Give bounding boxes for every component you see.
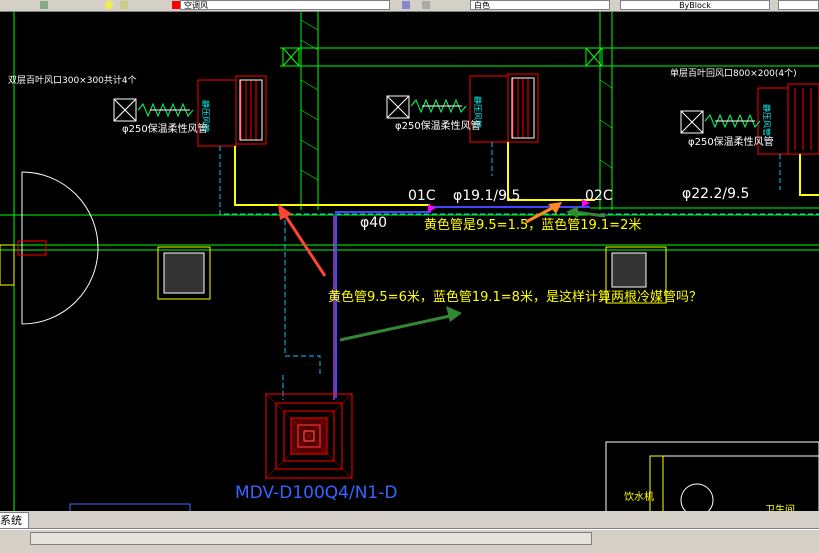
drawing-svg: 静压风管 静压风管 静压风管 φ250保温柔性风管 φ250保温柔性风管 φ25… bbox=[0, 11, 819, 517]
lineweight-dropdown[interactable] bbox=[778, 0, 819, 10]
layer-dropdown[interactable]: 空调风 bbox=[180, 0, 390, 10]
lock-icon[interactable] bbox=[120, 1, 128, 9]
svg-text:φ22.2/9.5: φ22.2/9.5 bbox=[682, 186, 749, 202]
svg-text:φ250保温柔性风管: φ250保温柔性风管 bbox=[122, 122, 208, 135]
layout-tab-strip: 系统 bbox=[0, 511, 819, 529]
color-dropdown[interactable]: 白色 bbox=[470, 0, 610, 10]
layer-previous-icon[interactable] bbox=[422, 1, 430, 9]
wall-block bbox=[0, 244, 15, 286]
svg-text:单层百叶回风口800×200(4个): 单层百叶回风口800×200(4个) bbox=[670, 67, 797, 79]
svg-text:φ250保温柔性风管: φ250保温柔性风管 bbox=[688, 135, 774, 148]
door-arc bbox=[21, 171, 99, 325]
tab-system[interactable]: 系统 bbox=[0, 512, 29, 529]
indoor-unit-model: MDV-D100Q4/N1-D bbox=[235, 483, 397, 503]
svg-text:φ250保温柔性风管: φ250保温柔性风管 bbox=[395, 119, 481, 132]
condensate-lines bbox=[219, 142, 819, 400]
duct-labels: φ250保温柔性风管 φ250保温柔性风管 φ250保温柔性风管 双层百叶风口3… bbox=[8, 67, 797, 148]
freeze-icon[interactable] bbox=[105, 1, 113, 9]
svg-text:卫生间: 卫生间 bbox=[765, 503, 795, 511]
column-1-fill bbox=[163, 252, 205, 294]
legend-box bbox=[69, 503, 191, 513]
linetype-dropdown[interactable]: ByBlock bbox=[620, 0, 770, 10]
svg-text:静压风管: 静压风管 bbox=[762, 104, 772, 136]
walls bbox=[0, 11, 819, 515]
svg-text:01C: 01C bbox=[408, 188, 436, 204]
scrollbar-thumb[interactable] bbox=[30, 532, 592, 545]
svg-text:φ40: φ40 bbox=[360, 215, 387, 231]
svg-text:φ19.1/9.5: φ19.1/9.5 bbox=[453, 188, 520, 204]
joint-marker-1 bbox=[428, 204, 436, 212]
svg-text:02C: 02C bbox=[585, 188, 613, 204]
layer-icon[interactable] bbox=[40, 1, 48, 9]
bottom-bar: 系统 bbox=[0, 511, 819, 553]
drawing-canvas[interactable]: 静压风管 静压风管 静压风管 φ250保温柔性风管 φ250保温柔性风管 φ25… bbox=[0, 11, 819, 517]
annotation-note-2: 黄色管9.5=6米，蓝色管19.1=8米，是这样计算两根冷媒管吗？ bbox=[328, 289, 702, 305]
annotation-note-1: 黄色管是9.5=1.5，蓝色管19.1=2米 bbox=[424, 217, 641, 233]
cassette-unit bbox=[265, 393, 353, 479]
column-2-fill bbox=[611, 252, 647, 288]
layer-manager-icon[interactable] bbox=[402, 1, 410, 9]
svg-text:双层百叶风口300×300共计4个: 双层百叶风口300×300共计4个 bbox=[8, 74, 137, 86]
horizontal-scrollbar[interactable] bbox=[0, 529, 819, 546]
svg-text:饮水机: 饮水机 bbox=[624, 490, 654, 503]
color-swatch-icon bbox=[172, 1, 180, 9]
